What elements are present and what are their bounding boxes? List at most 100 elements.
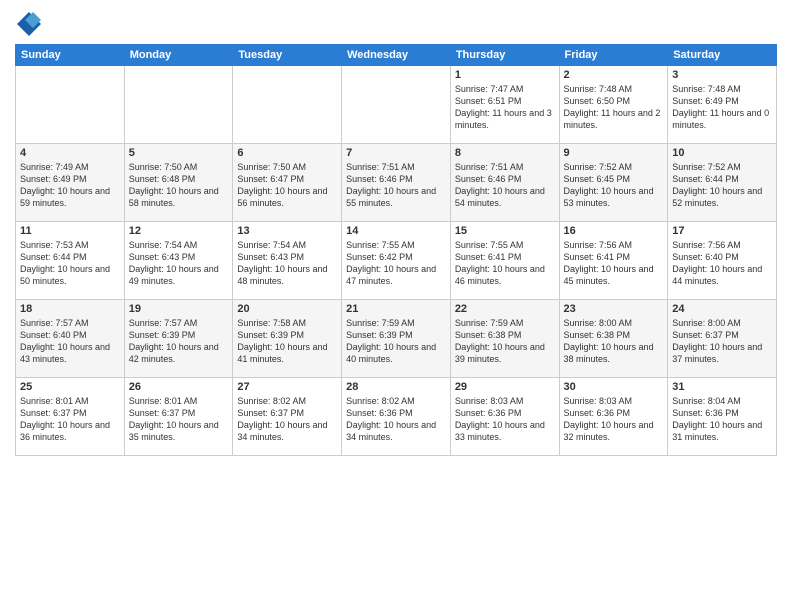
logo: [15, 10, 46, 38]
day-info: Sunrise: 8:01 AMSunset: 6:37 PMDaylight:…: [20, 396, 110, 442]
day-info: Sunrise: 7:56 AMSunset: 6:40 PMDaylight:…: [672, 240, 762, 286]
day-number: 7: [346, 147, 446, 159]
day-number: 14: [346, 225, 446, 237]
day-info: Sunrise: 8:00 AMSunset: 6:37 PMDaylight:…: [672, 318, 762, 364]
day-number: 16: [564, 225, 664, 237]
day-number: 21: [346, 303, 446, 315]
day-number: 10: [672, 147, 772, 159]
calendar-cell: 27Sunrise: 8:02 AMSunset: 6:37 PMDayligh…: [233, 378, 342, 456]
day-number: 5: [129, 147, 229, 159]
calendar-cell: 8 Sunrise: 7:51 AMSunset: 6:46 PMDaylight…: [450, 144, 559, 222]
weekday-tuesday: Tuesday: [233, 45, 342, 66]
calendar-cell: 22Sunrise: 7:59 AMSunset: 6:38 PMDayligh…: [450, 300, 559, 378]
weekday-sunday: Sunday: [16, 45, 125, 66]
calendar-cell: [16, 66, 125, 144]
calendar-cell: 9 Sunrise: 7:52 AMSunset: 6:45 PMDaylight…: [559, 144, 668, 222]
day-number: 12: [129, 225, 229, 237]
day-number: 27: [237, 381, 337, 393]
calendar-cell: 25 Sunrise: 8:01 AMSunset: 6:37 PMDayligh…: [16, 378, 125, 456]
weekday-wednesday: Wednesday: [342, 45, 451, 66]
day-number: 13: [237, 225, 337, 237]
day-number: 11: [20, 225, 120, 237]
calendar-cell: 7 Sunrise: 7:51 AMSunset: 6:46 PMDaylight…: [342, 144, 451, 222]
day-number: 24: [672, 303, 772, 315]
calendar-table: SundayMondayTuesdayWednesdayThursdayFrid…: [15, 44, 777, 456]
calendar-cell: 11Sunrise: 7:53 AMSunset: 6:44 PMDayligh…: [16, 222, 125, 300]
day-info: Sunrise: 7:57 AMSunset: 6:40 PMDaylight:…: [20, 318, 110, 364]
day-info: Sunrise: 7:50 AMSunset: 6:48 PMDaylight:…: [129, 162, 219, 208]
calendar-cell: 18 Sunrise: 7:57 AMSunset: 6:40 PMDayligh…: [16, 300, 125, 378]
calendar-cell: 3Sunrise: 7:48 AMSunset: 6:49 PMDaylight…: [668, 66, 777, 144]
week-row-3: 11Sunrise: 7:53 AMSunset: 6:44 PMDayligh…: [16, 222, 777, 300]
day-info: Sunrise: 8:02 AMSunset: 6:36 PMDaylight:…: [346, 396, 436, 442]
day-number: 20: [237, 303, 337, 315]
calendar-cell: 29 Sunrise: 8:03 AMSunset: 6:36 PMDayligh…: [450, 378, 559, 456]
calendar-cell: 17 Sunrise: 7:56 AMSunset: 6:40 PMDayligh…: [668, 222, 777, 300]
calendar-cell: 16 Sunrise: 7:56 AMSunset: 6:41 PMDayligh…: [559, 222, 668, 300]
calendar-cell: 13 Sunrise: 7:54 AMSunset: 6:43 PMDayligh…: [233, 222, 342, 300]
day-number: 22: [455, 303, 555, 315]
calendar-cell: 10 Sunrise: 7:52 AMSunset: 6:44 PMDayligh…: [668, 144, 777, 222]
day-info: Sunrise: 7:54 AMSunset: 6:43 PMDaylight:…: [237, 240, 327, 286]
calendar-cell: 24 Sunrise: 8:00 AMSunset: 6:37 PMDayligh…: [668, 300, 777, 378]
day-number: 30: [564, 381, 664, 393]
day-info: Sunrise: 7:51 AMSunset: 6:46 PMDaylight:…: [346, 162, 436, 208]
calendar-cell: 5 Sunrise: 7:50 AMSunset: 6:48 PMDaylight…: [124, 144, 233, 222]
calendar-cell: 28 Sunrise: 8:02 AMSunset: 6:36 PMDayligh…: [342, 378, 451, 456]
calendar-cell: 14 Sunrise: 7:55 AMSunset: 6:42 PMDayligh…: [342, 222, 451, 300]
calendar-cell: 2 Sunrise: 7:48 AMSunset: 6:50 PMDaylight…: [559, 66, 668, 144]
day-info: Sunrise: 7:49 AMSunset: 6:49 PMDaylight:…: [20, 162, 110, 208]
day-info: Sunrise: 7:48 AMSunset: 6:50 PMDaylight:…: [564, 84, 661, 130]
day-number: 25: [20, 381, 120, 393]
day-number: 2: [564, 69, 664, 81]
day-number: 19: [129, 303, 229, 315]
week-row-4: 18 Sunrise: 7:57 AMSunset: 6:40 PMDayligh…: [16, 300, 777, 378]
calendar-cell: 1Sunrise: 7:47 AMSunset: 6:51 PMDaylight…: [450, 66, 559, 144]
day-info: Sunrise: 7:51 AMSunset: 6:46 PMDaylight:…: [455, 162, 545, 208]
calendar-cell: 19 Sunrise: 7:57 AMSunset: 6:39 PMDayligh…: [124, 300, 233, 378]
logo-icon: [15, 10, 43, 38]
weekday-saturday: Saturday: [668, 45, 777, 66]
day-info: Sunrise: 8:03 AMSunset: 6:36 PMDaylight:…: [564, 396, 654, 442]
header: [15, 10, 777, 38]
day-number: 28: [346, 381, 446, 393]
day-info: Sunrise: 7:55 AMSunset: 6:42 PMDaylight:…: [346, 240, 436, 286]
week-row-5: 25 Sunrise: 8:01 AMSunset: 6:37 PMDayligh…: [16, 378, 777, 456]
day-info: Sunrise: 7:52 AMSunset: 6:45 PMDaylight:…: [564, 162, 654, 208]
week-row-2: 4 Sunrise: 7:49 AMSunset: 6:49 PMDaylight…: [16, 144, 777, 222]
day-info: Sunrise: 7:58 AMSunset: 6:39 PMDaylight:…: [237, 318, 327, 364]
day-info: Sunrise: 7:57 AMSunset: 6:39 PMDaylight:…: [129, 318, 219, 364]
day-info: Sunrise: 7:50 AMSunset: 6:47 PMDaylight:…: [237, 162, 327, 208]
day-info: Sunrise: 7:56 AMSunset: 6:41 PMDaylight:…: [564, 240, 654, 286]
calendar-cell: 30 Sunrise: 8:03 AMSunset: 6:36 PMDayligh…: [559, 378, 668, 456]
calendar-cell: 26Sunrise: 8:01 AMSunset: 6:37 PMDayligh…: [124, 378, 233, 456]
calendar-cell: 21Sunrise: 7:59 AMSunset: 6:39 PMDayligh…: [342, 300, 451, 378]
calendar-cell: 20 Sunrise: 7:58 AMSunset: 6:39 PMDayligh…: [233, 300, 342, 378]
day-number: 17: [672, 225, 772, 237]
calendar-cell: 6Sunrise: 7:50 AMSunset: 6:47 PMDaylight…: [233, 144, 342, 222]
weekday-friday: Friday: [559, 45, 668, 66]
day-number: 8: [455, 147, 555, 159]
day-info: Sunrise: 7:54 AMSunset: 6:43 PMDaylight:…: [129, 240, 219, 286]
day-info: Sunrise: 8:00 AMSunset: 6:38 PMDaylight:…: [564, 318, 654, 364]
day-number: 31: [672, 381, 772, 393]
day-number: 18: [20, 303, 120, 315]
calendar-cell: 4 Sunrise: 7:49 AMSunset: 6:49 PMDaylight…: [16, 144, 125, 222]
calendar-page: SundayMondayTuesdayWednesdayThursdayFrid…: [0, 0, 792, 612]
calendar-cell: 23Sunrise: 8:00 AMSunset: 6:38 PMDayligh…: [559, 300, 668, 378]
day-number: 29: [455, 381, 555, 393]
calendar-cell: 12 Sunrise: 7:54 AMSunset: 6:43 PMDayligh…: [124, 222, 233, 300]
day-number: 15: [455, 225, 555, 237]
weekday-thursday: Thursday: [450, 45, 559, 66]
calendar-cell: [342, 66, 451, 144]
day-info: Sunrise: 7:52 AMSunset: 6:44 PMDaylight:…: [672, 162, 762, 208]
day-number: 1: [455, 69, 555, 81]
weekday-monday: Monday: [124, 45, 233, 66]
day-info: Sunrise: 8:04 AMSunset: 6:36 PMDaylight:…: [672, 396, 762, 442]
day-number: 9: [564, 147, 664, 159]
week-row-1: 1Sunrise: 7:47 AMSunset: 6:51 PMDaylight…: [16, 66, 777, 144]
calendar-cell: [124, 66, 233, 144]
day-info: Sunrise: 7:48 AMSunset: 6:49 PMDaylight:…: [672, 84, 769, 130]
day-number: 4: [20, 147, 120, 159]
day-info: Sunrise: 8:03 AMSunset: 6:36 PMDaylight:…: [455, 396, 545, 442]
